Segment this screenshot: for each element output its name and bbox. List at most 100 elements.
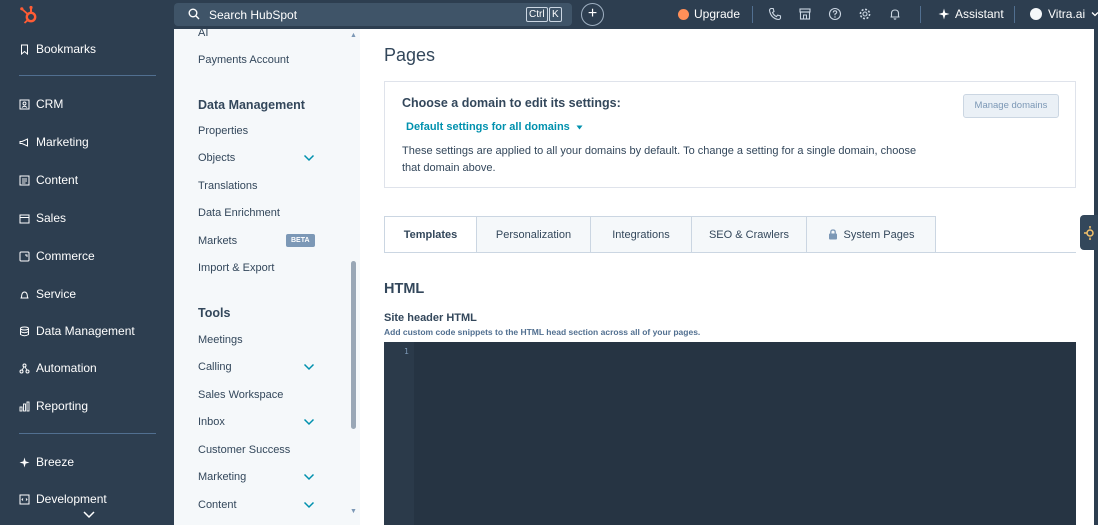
search-icon [188, 8, 200, 20]
sidebar-item-marketing[interactable]: Marketing [19, 133, 89, 151]
sidebar-item-label: Development [36, 492, 107, 506]
domain-dropdown[interactable]: Default settings for all domains [406, 121, 583, 133]
site-header-html-code-editor[interactable]: 1 [384, 342, 1076, 525]
sidebar-item-label: Data Management [36, 324, 135, 338]
settings-sidebar: AI Payments Account Data Management Prop… [174, 29, 360, 525]
settings-item-marketing[interactable]: Marketing [198, 471, 246, 483]
page-title: Pages [384, 45, 436, 65]
help-widget-tab[interactable] [1080, 215, 1098, 250]
lock-icon [828, 229, 837, 240]
commerce-icon [19, 251, 30, 261]
tab-system-pages[interactable]: System Pages [807, 216, 936, 253]
sidebar-item-commerce[interactable]: Commerce [19, 247, 95, 265]
bar-chart-icon [19, 401, 30, 411]
settings-item-sales-workspace[interactable]: Sales Workspace [198, 389, 283, 401]
chevron-down-icon [1091, 12, 1098, 17]
settings-item-content[interactable]: Content [198, 499, 237, 511]
automation-icon [19, 363, 30, 373]
sidebar-item-reporting[interactable]: Reporting [19, 397, 88, 415]
search-placeholder: Search HubSpot [209, 8, 298, 22]
divider [1014, 6, 1015, 23]
tab-integrations[interactable]: Integrations [591, 216, 692, 253]
settings-item-inbox[interactable]: Inbox [198, 416, 225, 428]
tab-templates[interactable]: Templates [384, 216, 477, 253]
tab-label: System Pages [843, 228, 915, 241]
settings-item-calling[interactable]: Calling [198, 361, 232, 373]
scroll-up-arrow-icon[interactable]: ▲ [350, 32, 357, 39]
sidebar-item-service[interactable]: Service [19, 285, 76, 303]
settings-heading-data-management: Data Management [198, 98, 305, 112]
settings-gear-icon[interactable] [858, 7, 872, 21]
service-icon [20, 290, 29, 298]
marketplace-icon[interactable] [798, 7, 812, 21]
sidebar-item-label: Content [36, 173, 79, 187]
divider [752, 6, 753, 23]
settings-heading-tools: Tools [198, 306, 231, 320]
upgrade-label: Upgrade [694, 7, 741, 21]
settings-item-objects[interactable]: Objects [198, 152, 235, 164]
sidebar-item-bookmarks[interactable]: Bookmarks [19, 40, 96, 58]
section-title: HTML [384, 281, 425, 297]
manage-domains-button[interactable]: Manage domains [963, 94, 1059, 118]
sidebar-item-breeze[interactable]: Breeze [19, 453, 74, 471]
account-menu[interactable]: Vitra.ai [1030, 7, 1098, 21]
divider [920, 6, 921, 23]
settings-item-ai[interactable]: AI [198, 29, 208, 39]
notifications-bell-icon[interactable] [888, 7, 902, 21]
chevron-down-icon[interactable] [303, 363, 315, 371]
settings-item-translations[interactable]: Translations [198, 180, 258, 192]
settings-item-payments-account[interactable]: Payments Account [198, 54, 289, 66]
sparkle-icon [938, 8, 950, 20]
settings-item-markets[interactable]: Markets [198, 235, 237, 247]
chevron-down-icon[interactable] [303, 154, 315, 162]
sidebar-item-content[interactable]: Content [19, 171, 78, 189]
domain-heading: Choose a domain to edit its settings: [402, 96, 621, 110]
chevron-down-icon[interactable] [303, 501, 315, 509]
assistant-button[interactable]: Assistant [938, 7, 1004, 21]
domain-description: These settings are applied to all your d… [402, 145, 917, 174]
global-search[interactable]: Search HubSpot Ctrl K [174, 3, 572, 26]
sidebar-item-label: Breeze [36, 455, 75, 469]
main-content: Pages Choose a domain to edit its settin… [360, 29, 1098, 525]
shortcut-ctrl-key: Ctrl [526, 7, 548, 22]
sidebar-item-label: Service [36, 287, 77, 301]
sidebar-item-development[interactable]: Development [19, 490, 107, 508]
chevron-down-icon[interactable] [303, 418, 315, 426]
hubspot-logo-icon[interactable] [18, 4, 40, 26]
settings-item-customer-success[interactable]: Customer Success [198, 444, 290, 456]
create-new-button[interactable]: + [581, 3, 604, 26]
settings-item-meetings[interactable]: Meetings [198, 334, 243, 346]
editor-gutter: 1 [384, 342, 414, 525]
phone-icon[interactable] [768, 7, 782, 21]
breeze-sparkle-icon [19, 457, 30, 467]
sidebar-item-data-management[interactable]: Data Management [19, 322, 135, 340]
caret-down-icon [576, 125, 583, 130]
settings-item-data-enrichment[interactable]: Data Enrichment [198, 207, 280, 219]
chevron-down-icon[interactable] [303, 473, 315, 481]
sidebar-item-sales[interactable]: Sales [19, 209, 66, 227]
help-icon[interactable] [828, 7, 842, 21]
database-icon [20, 326, 29, 336]
account-name: Vitra.ai [1048, 7, 1086, 21]
help-widget-icon [1084, 226, 1094, 240]
bookmark-icon [21, 44, 28, 55]
tab-seo-crawlers[interactable]: SEO & Crawlers [692, 216, 807, 253]
tab-personalization[interactable]: Personalization [477, 216, 591, 253]
settings-item-properties[interactable]: Properties [198, 125, 248, 137]
sidebar-item-label: CRM [36, 97, 64, 111]
sidebar-item-label: Sales [36, 211, 67, 225]
settings-item-import-export[interactable]: Import & Export [198, 262, 274, 274]
scroll-down-arrow-icon[interactable]: ▼ [350, 508, 357, 515]
sidebar-item-automation[interactable]: Automation [19, 359, 97, 377]
divider [19, 433, 156, 434]
upgrade-button[interactable]: Upgrade [678, 7, 740, 21]
tab-label: SEO & Crawlers [708, 228, 790, 241]
line-number: 1 [404, 347, 409, 356]
expand-sidebar-chevron-icon[interactable] [82, 509, 96, 521]
upgrade-icon [678, 8, 689, 20]
sidebar-item-crm[interactable]: CRM [19, 95, 63, 113]
beta-badge: BETA [286, 234, 315, 247]
site-header-html-help: Add custom code snippets to the HTML hea… [384, 327, 701, 337]
settings-scrollbar-thumb[interactable] [351, 261, 356, 429]
sidebar-item-label: Bookmarks [36, 42, 97, 56]
